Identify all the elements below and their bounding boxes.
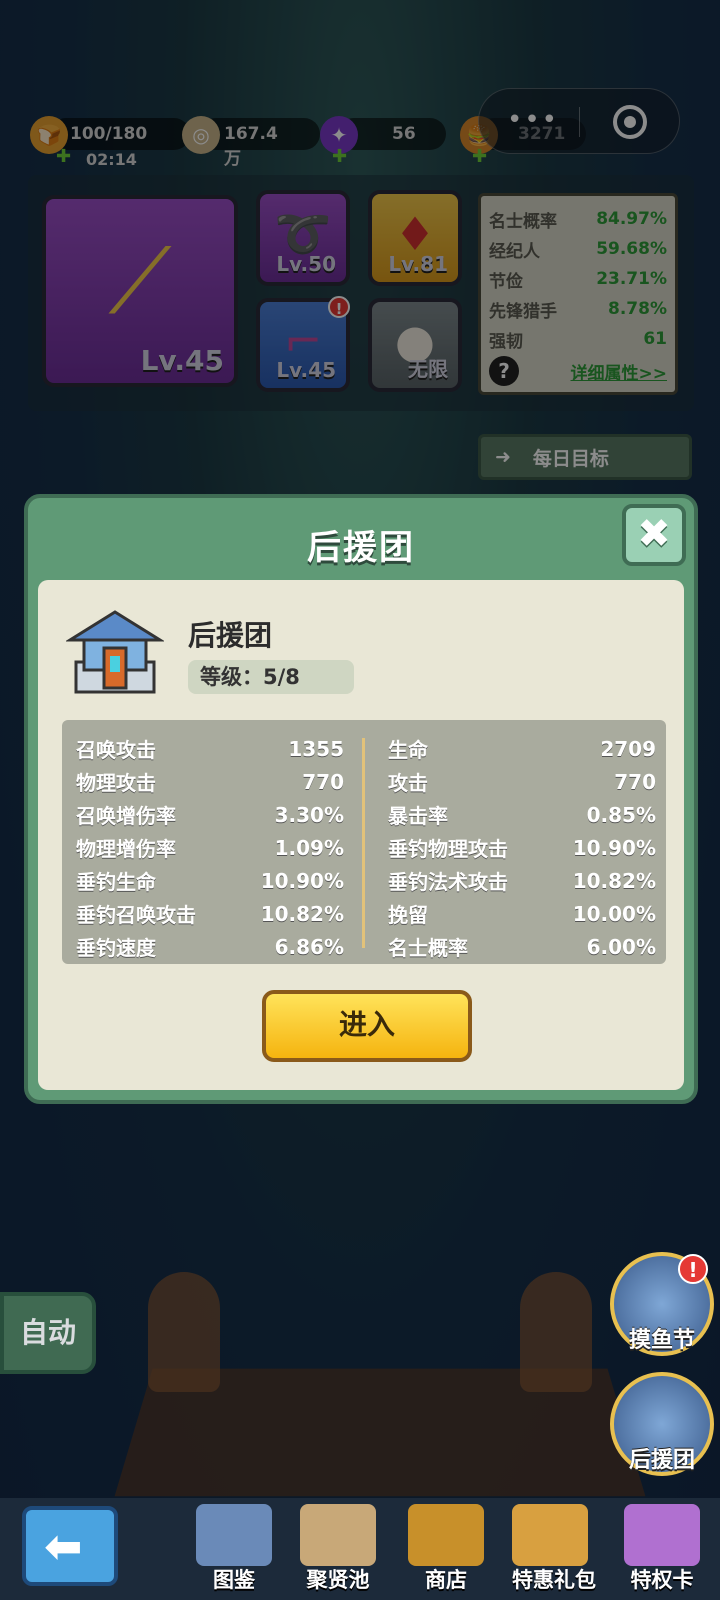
building-name: 后援团 — [188, 619, 273, 652]
attribute-row: 攻击 770 — [388, 769, 656, 796]
notification-badge: ! — [678, 1254, 708, 1284]
tab-privilege-card[interactable]: 特权卡 — [612, 1502, 712, 1596]
back-arrow-icon: ⬅ — [44, 1519, 83, 1573]
auto-button[interactable]: 自动 — [0, 1292, 96, 1374]
shop-basket-icon — [408, 1504, 484, 1566]
book-icon — [196, 1504, 272, 1566]
scroll-icon — [300, 1504, 376, 1566]
support-team-side-label: 后援团 — [628, 1448, 695, 1473]
attribute-row: 垂钓法术攻击 10.82% — [388, 868, 656, 895]
left-attributes: 召唤攻击 1355 物理攻击 770 召唤增伤率 3.30% 物理增伤率 1.09% 垂… — [76, 732, 344, 963]
attribute-row: 垂钓召唤攻击 10.82% — [76, 901, 344, 928]
attribute-row: 名士概率 6.00% — [388, 934, 656, 961]
attribute-row: 物理攻击 770 — [76, 769, 344, 796]
support-team-side-button[interactable]: 后援团 — [610, 1372, 714, 1476]
attribute-row: 暴击率 0.85% — [388, 802, 656, 829]
fishing-festival-label: 摸鱼节 — [628, 1328, 695, 1353]
tab-encyclopedia[interactable]: 图鉴 — [184, 1502, 284, 1596]
attribute-row: 垂钓物理攻击 10.90% — [388, 835, 656, 862]
attribute-row: 召唤增伤率 3.30% — [76, 802, 344, 829]
tab-shop[interactable]: 商店 — [396, 1502, 496, 1596]
building-level: 等级：5/8 — [188, 660, 354, 694]
tab-label: 商店 — [425, 1568, 467, 1592]
enter-button[interactable]: 进入 — [262, 990, 472, 1062]
attribute-row: 生命 2709 — [388, 736, 656, 763]
privilege-card-icon — [624, 1504, 700, 1566]
support-team-modal: 后援团 ✖ 后援团 等级：5/8 召唤攻击 1355 物理攻击 770 召唤增伤率 3… — [24, 494, 698, 1104]
attribute-row: 垂钓速度 6.86% — [76, 934, 344, 961]
gift-pack-icon — [512, 1504, 588, 1566]
modal-content: 后援团 等级：5/8 召唤攻击 1355 物理攻击 770 召唤增伤率 3.30% 物… — [38, 580, 684, 1090]
tab-special-pack[interactable]: 特惠礼包 — [500, 1502, 608, 1596]
close-button[interactable]: ✖ — [622, 504, 686, 566]
column-divider — [362, 738, 365, 948]
tab-label: 特惠礼包 — [512, 1568, 596, 1592]
attribute-row: 挽留 10.00% — [388, 901, 656, 928]
attribute-row: 垂钓生命 10.90% — [76, 868, 344, 895]
tab-recruit[interactable]: 聚贤池 — [288, 1502, 388, 1596]
tab-label: 图鉴 — [213, 1568, 255, 1592]
right-attributes: 生命 2709 攻击 770 暴击率 0.85% 垂钓物理攻击 10.90% 垂钓法术攻… — [388, 732, 656, 963]
back-button[interactable]: ⬅ — [22, 1506, 118, 1586]
attribute-row: 召唤攻击 1355 — [76, 736, 344, 763]
attributes-table: 召唤攻击 1355 物理攻击 770 召唤增伤率 3.30% 物理增伤率 1.09% 垂… — [62, 720, 666, 964]
tab-label: 聚贤池 — [306, 1568, 370, 1592]
attribute-row: 物理增伤率 1.09% — [76, 835, 344, 862]
modal-title: 后援团 — [307, 528, 415, 568]
support-team-building-icon — [66, 610, 164, 694]
bottom-nav: ⬅ 图鉴 聚贤池 商店 特惠礼包 特权卡 — [0, 1498, 720, 1600]
tab-label: 特权卡 — [630, 1568, 694, 1592]
